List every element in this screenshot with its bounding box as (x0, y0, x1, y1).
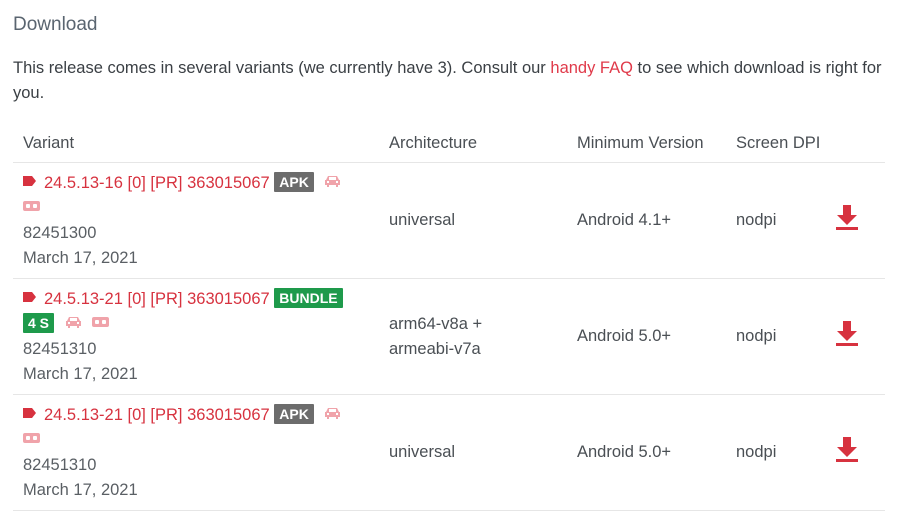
download-section: Download This release comes in several v… (0, 0, 902, 513)
architecture-value: universal (389, 443, 456, 461)
download-icon[interactable] (835, 321, 859, 347)
dpi-cell: nodpi (736, 394, 826, 511)
min-version-cell: Android 5.0+ (577, 278, 736, 395)
architecture-value-2: armeabi-v7a (389, 339, 481, 358)
min-version-cell: Android 5.0+ (577, 394, 736, 511)
vr-headset-icon (92, 317, 110, 328)
download-cell (826, 278, 885, 395)
architecture-value: arm64-v8a + (389, 314, 483, 333)
download-icon[interactable] (835, 205, 859, 231)
release-date: March 17, 2021 (23, 248, 138, 267)
tag-icon (23, 176, 36, 187)
build-number: 82451310 (23, 455, 97, 474)
table-row: 24.5.13-21 [0] [PR] 363015067 BUNDLE 4 S… (13, 278, 885, 395)
car-icon (325, 408, 341, 420)
release-date: March 17, 2021 (23, 364, 138, 383)
header-download (826, 124, 885, 163)
variant-link[interactable]: 24.5.13-21 [0] [PR] 363015067 (44, 290, 270, 308)
header-min-version: Minimum Version (577, 124, 736, 163)
table-row: 24.5.13-21 [0] [PR] 363015067 APK 824513… (13, 394, 885, 511)
dpi-cell: nodpi (736, 162, 826, 279)
variant-cell: 24.5.13-16 [0] [PR] 363015067 APK 824513… (13, 162, 389, 279)
download-cell (826, 162, 885, 279)
tag-icon (23, 292, 36, 303)
variant-link[interactable]: 24.5.13-21 [0] [PR] 363015067 (44, 406, 270, 424)
header-variant: Variant (13, 124, 389, 163)
tag-icon (23, 408, 36, 419)
header-dpi: Screen DPI (736, 124, 826, 163)
variant-cell: 24.5.13-21 [0] [PR] 363015067 BUNDLE 4 S… (13, 278, 389, 395)
table-header-row: Variant Architecture Minimum Version Scr… (13, 124, 885, 163)
faq-link[interactable]: handy FAQ (550, 59, 633, 77)
release-date: March 17, 2021 (23, 480, 138, 499)
dpi-cell: nodpi (736, 278, 826, 395)
architecture-cell: universal (389, 394, 577, 511)
min-version-cell: Android 4.1+ (577, 162, 736, 279)
intro-prefix: This release comes in several variants (… (13, 59, 551, 77)
vr-headset-icon (23, 201, 40, 212)
download-icon[interactable] (835, 437, 859, 463)
car-icon (65, 317, 81, 329)
variant-link[interactable]: 24.5.13-16 [0] [PR] 363015067 (44, 174, 270, 192)
header-architecture: Architecture (389, 124, 577, 163)
table-row: 24.5.13-16 [0] [PR] 363015067 APK 824513… (13, 162, 885, 279)
apk-badge: APK (274, 404, 314, 425)
section-heading: Download (13, 14, 98, 35)
architecture-value: universal (389, 211, 456, 229)
vr-headset-icon (23, 433, 40, 444)
variants-table: Variant Architecture Minimum Version Scr… (13, 124, 885, 511)
download-cell (826, 394, 885, 511)
apk-badge: APK (274, 172, 314, 193)
intro-text: This release comes in several variants (… (13, 56, 883, 106)
variant-cell: 24.5.13-21 [0] [PR] 363015067 APK 824513… (13, 394, 389, 511)
build-number: 82451310 (23, 339, 97, 358)
car-icon (325, 176, 341, 188)
architecture-cell: arm64-v8a + armeabi-v7a (389, 278, 577, 395)
architecture-cell: universal (389, 162, 577, 279)
bundle-badge: BUNDLE (274, 288, 343, 309)
build-number: 82451300 (23, 223, 97, 242)
splits-badge: 4 S (23, 313, 55, 334)
